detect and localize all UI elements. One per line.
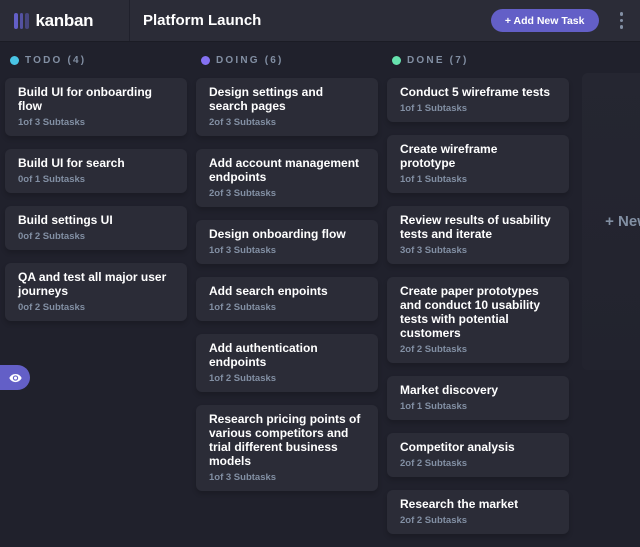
task-title: Research pricing points of various compe… — [209, 412, 365, 468]
task-subtasks: 2of 2 Subtasks — [400, 515, 556, 526]
task-card[interactable]: Review results of usability tests and it… — [387, 206, 569, 264]
kebab-menu-icon[interactable] — [618, 10, 626, 31]
task-title: Create wireframe prototype — [400, 142, 556, 170]
task-title: Review results of usability tests and it… — [400, 213, 556, 241]
new-column-label: + New Column — [605, 213, 640, 230]
show-sidebar-button[interactable] — [0, 365, 30, 390]
task-subtasks: 2of 2 Subtasks — [400, 458, 556, 469]
task-card[interactable]: Create paper prototypes and conduct 10 u… — [387, 277, 569, 363]
column-header: TODO (4) — [5, 55, 187, 66]
task-card[interactable]: Research pricing points of various compe… — [196, 405, 378, 491]
task-subtasks: 2of 2 Subtasks — [400, 344, 556, 355]
task-subtasks: 2of 3 Subtasks — [209, 117, 365, 128]
task-subtasks: 1of 1 Subtasks — [400, 103, 556, 114]
task-card[interactable]: Market discovery 1of 1 Subtasks — [387, 376, 569, 420]
board-column: DOING (6) Design settings and search pag… — [196, 55, 378, 504]
column-title: TODO (4) — [25, 55, 86, 66]
task-card[interactable]: Create wireframe prototype 1of 1 Subtask… — [387, 135, 569, 193]
task-card[interactable]: QA and test all major user journeys 0of … — [5, 263, 187, 321]
column-header: DOING (6) — [196, 55, 378, 66]
column-title: DOING (6) — [216, 55, 284, 66]
top-header: kanban Platform Launch + Add New Task — [0, 0, 640, 42]
task-card[interactable]: Conduct 5 wireframe tests 1of 1 Subtasks — [387, 78, 569, 122]
task-subtasks: 1of 1 Subtasks — [400, 401, 556, 412]
board-column: TODO (4) Build UI for onboarding flow 1o… — [5, 55, 187, 334]
task-subtasks: 2of 3 Subtasks — [209, 188, 365, 199]
task-subtasks: 0of 2 Subtasks — [18, 302, 174, 313]
add-new-task-button[interactable]: + Add New Task — [491, 9, 599, 32]
task-card[interactable]: Add account management endpoints 2of 3 S… — [196, 149, 378, 207]
task-card[interactable]: Design settings and search pages 2of 3 S… — [196, 78, 378, 136]
kanban-app: { "app": { "logo_text": "kanban", "board… — [0, 0, 640, 428]
task-subtasks: 3of 3 Subtasks — [400, 245, 556, 256]
task-title: Build UI for onboarding flow — [18, 85, 174, 113]
task-subtasks: 1of 3 Subtasks — [209, 245, 365, 256]
column-dot-icon — [201, 56, 210, 65]
task-title: Design settings and search pages — [209, 85, 365, 113]
column-cards: Design settings and search pages 2of 3 S… — [196, 78, 378, 491]
task-subtasks: 1of 3 Subtasks — [209, 472, 365, 483]
column-dot-icon — [392, 56, 401, 65]
task-title: Market discovery — [400, 383, 556, 397]
header-actions: + Add New Task — [491, 9, 625, 32]
task-title: Conduct 5 wireframe tests — [400, 85, 556, 99]
task-card[interactable]: Design onboarding flow 1of 3 Subtasks — [196, 220, 378, 264]
task-card[interactable]: Competitor analysis 2of 2 Subtasks — [387, 433, 569, 477]
task-title: Competitor analysis — [400, 440, 556, 454]
logo-bars-icon — [14, 13, 29, 29]
column-cards: Build UI for onboarding flow 1of 3 Subta… — [5, 78, 187, 321]
task-card[interactable]: Add search enpoints 1of 2 Subtasks — [196, 277, 378, 321]
task-title: Build UI for search — [18, 156, 174, 170]
column-cards: Conduct 5 wireframe tests 1of 1 Subtasks… — [387, 78, 569, 534]
column-header: DONE (7) — [387, 55, 569, 66]
column-dot-icon — [10, 56, 19, 65]
task-title: Add search enpoints — [209, 284, 365, 298]
header-main: Platform Launch + Add New Task — [130, 0, 640, 41]
column-title: DONE (7) — [407, 55, 469, 66]
board-title: Platform Launch — [143, 12, 261, 29]
new-column-button[interactable]: + New Column — [582, 73, 640, 370]
task-card[interactable]: Build UI for search 0of 1 Subtasks — [5, 149, 187, 193]
task-subtasks: 0of 1 Subtasks — [18, 174, 174, 185]
task-card[interactable]: Research the market 2of 2 Subtasks — [387, 490, 569, 534]
task-card[interactable]: Build settings UI 0of 2 Subtasks — [5, 206, 187, 250]
task-subtasks: 1of 3 Subtasks — [18, 117, 174, 128]
task-title: Design onboarding flow — [209, 227, 365, 241]
board-columns: TODO (4) Build UI for onboarding flow 1o… — [0, 42, 640, 427]
task-title: Add authentication endpoints — [209, 341, 365, 369]
task-title: Build settings UI — [18, 213, 174, 227]
task-card[interactable]: Build UI for onboarding flow 1of 3 Subta… — [5, 78, 187, 136]
task-subtasks: 0of 2 Subtasks — [18, 231, 174, 242]
task-title: Create paper prototypes and conduct 10 u… — [400, 284, 556, 340]
eye-icon — [9, 373, 22, 383]
task-subtasks: 1of 2 Subtasks — [209, 373, 365, 384]
task-card[interactable]: Add authentication endpoints 1of 2 Subta… — [196, 334, 378, 392]
logo: kanban — [0, 0, 130, 41]
task-title: Research the market — [400, 497, 556, 511]
task-title: Add account management endpoints — [209, 156, 365, 184]
logo-text: kanban — [36, 11, 94, 31]
task-subtasks: 1of 2 Subtasks — [209, 302, 365, 313]
task-subtasks: 1of 1 Subtasks — [400, 174, 556, 185]
task-title: QA and test all major user journeys — [18, 270, 174, 298]
board-column: DONE (7) Conduct 5 wireframe tests 1of 1… — [387, 55, 569, 547]
